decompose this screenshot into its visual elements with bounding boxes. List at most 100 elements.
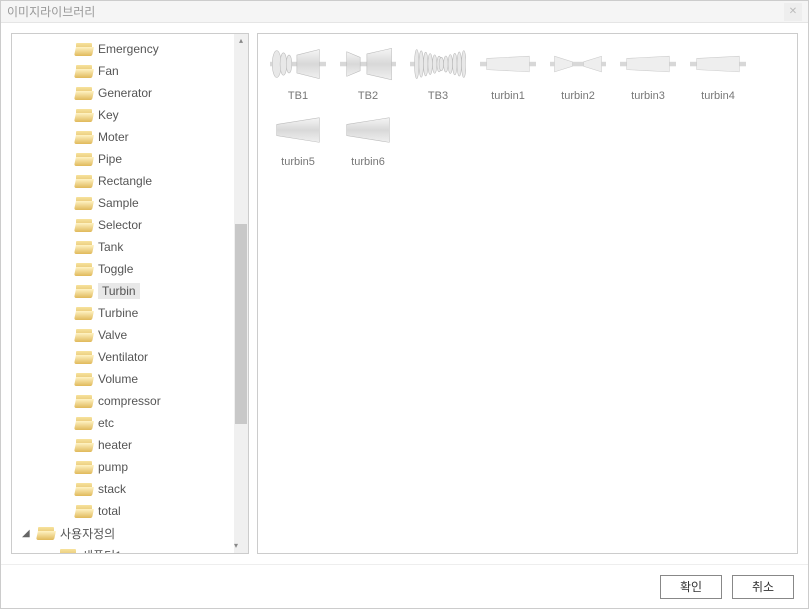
folder-icon (76, 285, 92, 298)
tree-item-user-sub[interactable]: 새폴더1 (12, 544, 234, 554)
tree-item-key[interactable]: Key (12, 104, 234, 126)
tree-item-label: Sample (98, 196, 139, 210)
thumbnail-TB1[interactable]: TB1 (266, 42, 330, 102)
folder-icon (76, 175, 92, 188)
thumbnail-turbin2[interactable]: turbin2 (546, 42, 610, 102)
tree-scrollbar[interactable]: ▴ ▾ (234, 34, 248, 553)
tree-item-rectangle[interactable]: Rectangle (12, 170, 234, 192)
tree-item-ventilator[interactable]: Ventilator (12, 346, 234, 368)
folder-icon (76, 43, 92, 56)
tree-item-generator[interactable]: Generator (12, 82, 234, 104)
tree-item-tank[interactable]: Tank (12, 236, 234, 258)
tree-item-stack[interactable]: stack (12, 478, 234, 500)
turbine-icon (410, 42, 466, 86)
tree-item-compressor[interactable]: compressor (12, 390, 234, 412)
turbine-icon (340, 108, 396, 152)
folder-icon (76, 65, 92, 78)
thumbnail-label: TB1 (288, 90, 308, 102)
thumbnail-grid: TB1 TB2 TB3 turbin1 turbin2 turbin3 turbin4 tur… (266, 42, 789, 168)
tree-item-label: Selector (98, 218, 142, 232)
tree-item-selector[interactable]: Selector (12, 214, 234, 236)
tree-item-volume[interactable]: Volume (12, 368, 234, 390)
turbine-icon (340, 42, 396, 86)
tree-item-label: Toggle (98, 262, 133, 276)
dialog-title: 이미지라이브러리 (7, 3, 95, 20)
tree-item-pipe[interactable]: Pipe (12, 148, 234, 170)
thumbnail-turbin1[interactable]: turbin1 (476, 42, 540, 102)
tree-item-moter[interactable]: Moter (12, 126, 234, 148)
tree-item-sample[interactable]: Sample (12, 192, 234, 214)
thumbnail-turbin5[interactable]: turbin5 (266, 108, 330, 168)
folder-icon (76, 505, 92, 518)
folder-tree-panel: Emergency Fan Generator Key Moter Pipe Rectang… (11, 33, 249, 554)
tree-item-label: compressor (98, 394, 161, 408)
thumbnail-label: turbin6 (351, 156, 385, 168)
folder-icon (76, 417, 92, 430)
thumbnail-TB2[interactable]: TB2 (336, 42, 400, 102)
folder-icon (76, 109, 92, 122)
tree-item-heater[interactable]: heater (12, 434, 234, 456)
thumbnail-label: turbin1 (491, 90, 525, 102)
thumbnail-label: turbin5 (281, 156, 315, 168)
turbine-icon (620, 42, 676, 86)
expander-icon[interactable]: ◢ (22, 528, 32, 539)
folder-icon (76, 197, 92, 210)
turbine-icon (550, 42, 606, 86)
tree-item-label: Turbine (98, 306, 138, 320)
tree-item-label: Key (98, 108, 119, 122)
tree-item-label: Turbin (98, 283, 140, 299)
folder-icon (76, 263, 92, 276)
tree-item-etc[interactable]: etc (12, 412, 234, 434)
folder-icon (60, 549, 76, 555)
tree-item-total[interactable]: total (12, 500, 234, 522)
scroll-thumb[interactable] (235, 224, 247, 424)
turbine-icon (270, 108, 326, 152)
scroll-up-icon[interactable]: ▴ (234, 34, 248, 48)
folder-icon (76, 329, 92, 342)
tree-item-user[interactable]: ◢ 사용자정의 (12, 522, 234, 544)
tree-item-label: Pipe (98, 152, 122, 166)
thumbnail-turbin4[interactable]: turbin4 (686, 42, 750, 102)
tree-item-label: Ventilator (98, 350, 148, 364)
thumbnail-turbin3[interactable]: turbin3 (616, 42, 680, 102)
thumbnail-TB3[interactable]: TB3 (406, 42, 470, 102)
thumbnail-label: turbin2 (561, 90, 595, 102)
tree-item-label: Moter (98, 130, 129, 144)
tree-item-label: Emergency (98, 42, 159, 56)
dialog-footer: 확인 취소 (1, 564, 808, 608)
turbine-icon (480, 42, 536, 86)
close-button[interactable]: ✕ (784, 3, 802, 21)
folder-tree[interactable]: Emergency Fan Generator Key Moter Pipe Rectang… (12, 34, 234, 554)
folder-icon (76, 351, 92, 364)
tree-item-turbin[interactable]: Turbin (12, 280, 234, 302)
tree-item-label: 사용자정의 (60, 525, 115, 542)
folder-icon (76, 131, 92, 144)
ok-button[interactable]: 확인 (660, 575, 722, 599)
cancel-button[interactable]: 취소 (732, 575, 794, 599)
scroll-down-icon[interactable]: ▾ (234, 539, 238, 553)
tree-item-label: Valve (98, 328, 127, 342)
folder-icon (76, 483, 92, 496)
folder-icon (76, 241, 92, 254)
tree-item-label: Generator (98, 86, 152, 100)
titlebar: 이미지라이브러리 ✕ (1, 1, 808, 23)
tree-item-label: total (98, 504, 121, 518)
tree-item-label: Rectangle (98, 174, 152, 188)
thumbnail-label: turbin3 (631, 90, 665, 102)
folder-icon (76, 439, 92, 452)
tree-item-label: etc (98, 416, 114, 430)
tree-item-toggle[interactable]: Toggle (12, 258, 234, 280)
thumbnail-label: TB2 (358, 90, 378, 102)
thumbnail-panel: TB1 TB2 TB3 turbin1 turbin2 turbin3 turbin4 tur… (257, 33, 798, 554)
thumbnail-turbin6[interactable]: turbin6 (336, 108, 400, 168)
tree-item-pump[interactable]: pump (12, 456, 234, 478)
tree-item-valve[interactable]: Valve (12, 324, 234, 346)
tree-item-emergency[interactable]: Emergency (12, 38, 234, 60)
tree-item-fan[interactable]: Fan (12, 60, 234, 82)
tree-item-turbine[interactable]: Turbine (12, 302, 234, 324)
folder-icon (76, 461, 92, 474)
turbine-icon (270, 42, 326, 86)
tree-item-label: heater (98, 438, 132, 452)
thumbnail-label: TB3 (428, 90, 448, 102)
tree-item-label: 새폴더1 (82, 547, 122, 555)
